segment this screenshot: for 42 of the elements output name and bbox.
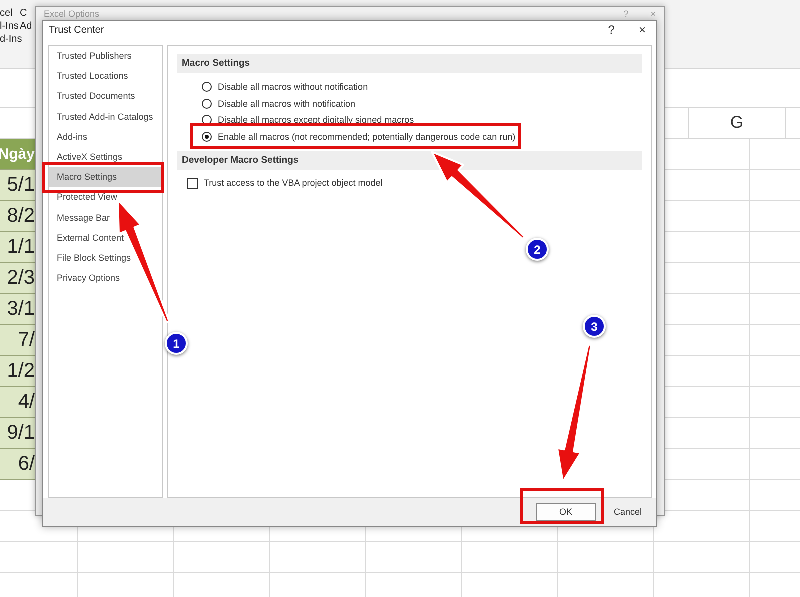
category-item[interactable]: Message Bar: [49, 208, 162, 228]
category-item[interactable]: Trusted Documents: [49, 86, 162, 107]
radio-button[interactable]: [202, 98, 212, 109]
category-item[interactable]: Trusted Locations: [49, 66, 162, 86]
radio-button[interactable]: [202, 115, 212, 126]
option-label: Disable all macros with notification: [218, 98, 356, 109]
radio-button[interactable]: [202, 82, 212, 92]
category-item[interactable]: ActiveX Settings: [49, 146, 162, 168]
category-item[interactable]: Protected View: [49, 187, 162, 208]
ok-button[interactable]: OK: [536, 503, 596, 521]
category-item[interactable]: Add-ins: [49, 126, 162, 147]
radio-button[interactable]: [202, 132, 212, 142]
dialog-title: Trust Center: [49, 24, 106, 36]
date-cell: 3/1: [0, 294, 36, 325]
date-cell: 9/1: [0, 418, 36, 449]
date-cell: 1/2: [0, 356, 36, 387]
category-item[interactable]: Trusted Publishers: [49, 46, 162, 66]
date-cell: 6/: [0, 449, 36, 480]
dialog-title: Excel Options: [44, 9, 101, 19]
date-cell: 5/1: [0, 170, 36, 201]
option-label: Trust access to the VBA project object model: [204, 178, 383, 188]
date-cell: 4/: [0, 387, 36, 418]
category-item[interactable]: Privacy Options: [49, 268, 162, 288]
category-item[interactable]: External Content: [49, 228, 162, 248]
checkbox[interactable]: [187, 178, 198, 189]
help-button[interactable]: ?: [608, 23, 615, 37]
ribbon-label[interactable]: cel: [0, 8, 20, 21]
column-header[interactable]: G: [688, 108, 786, 138]
close-button[interactable]: ×: [638, 23, 646, 37]
ribbon-label[interactable]: d-Ins: [0, 34, 20, 47]
date-cell: 1/1: [0, 232, 36, 263]
section-header: Developer Macro Settings: [177, 151, 642, 170]
option-label: Disable all macros without notification: [218, 82, 368, 92]
date-cell: 2/3: [0, 263, 36, 294]
ribbon-label[interactable]: l-Ins: [0, 21, 20, 34]
date-cell: 8/2: [0, 201, 36, 232]
option-label: Enable all macros (not recommended; potentially dangerous code can run): [218, 132, 516, 142]
section-header: Macro Settings: [177, 54, 642, 73]
category-item[interactable]: File Block Settings: [49, 248, 162, 268]
category-item[interactable]: Trusted Add-in Catalogs: [49, 106, 162, 127]
date-cell: 7/: [0, 325, 36, 356]
category-item[interactable]: Macro Settings: [49, 167, 162, 188]
